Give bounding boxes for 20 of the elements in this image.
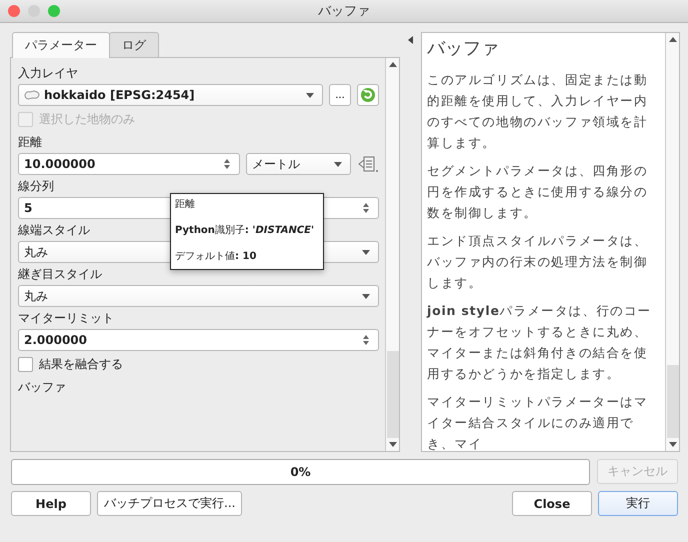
- tooltip-title: 距離: [175, 198, 196, 211]
- progress-text: 0%: [290, 465, 311, 479]
- parameter-label: 線分列: [18, 178, 54, 195]
- parameter-label: 線端スタイル: [18, 222, 90, 239]
- parameter-label: 距離: [18, 134, 42, 151]
- parameter-label: 継ぎ目スタイル: [18, 266, 102, 283]
- parameter-label: バッファ: [18, 379, 66, 396]
- tooltip-text: デフォルト値: 10: [175, 250, 258, 263]
- tooltip-text: Python識別子: 'DISTANCE': [175, 224, 316, 237]
- help-paragraph: セグメントパラメータは、四角形の円を作成するときに使用する線分の数を制御します。: [427, 162, 649, 222]
- help-paragraph: join styleパラメータは、行のコーナーをオフセットするときに丸め、マイターまたは斜角付きの結合を使用するかどうかを指定します。: [427, 302, 653, 383]
- help-paragraph: マイターリミットパラメーターはマイター結合スタイルにのみ適用でき、マイ: [427, 393, 649, 451]
- help-paragraph: このアルゴリズムは、固定または動的距離を使用して、入力レイヤー内のすべての地物のバッファ領域を計算します。: [427, 71, 649, 152]
- help-title: バッファ: [427, 37, 500, 60]
- help-paragraph: エンド頂点スタイルパラメータは、バッファ内の行末の処理方法を制御します。: [427, 232, 649, 292]
- parameter-label: 入力レイヤ: [18, 65, 78, 82]
- checkbox-label: 結果を融合する: [39, 356, 123, 373]
- parameter-label: マイターリミット: [18, 310, 114, 327]
- checkbox-label: 選択した地物のみ: [39, 111, 135, 128]
- window-title: バッファ: [318, 3, 370, 20]
